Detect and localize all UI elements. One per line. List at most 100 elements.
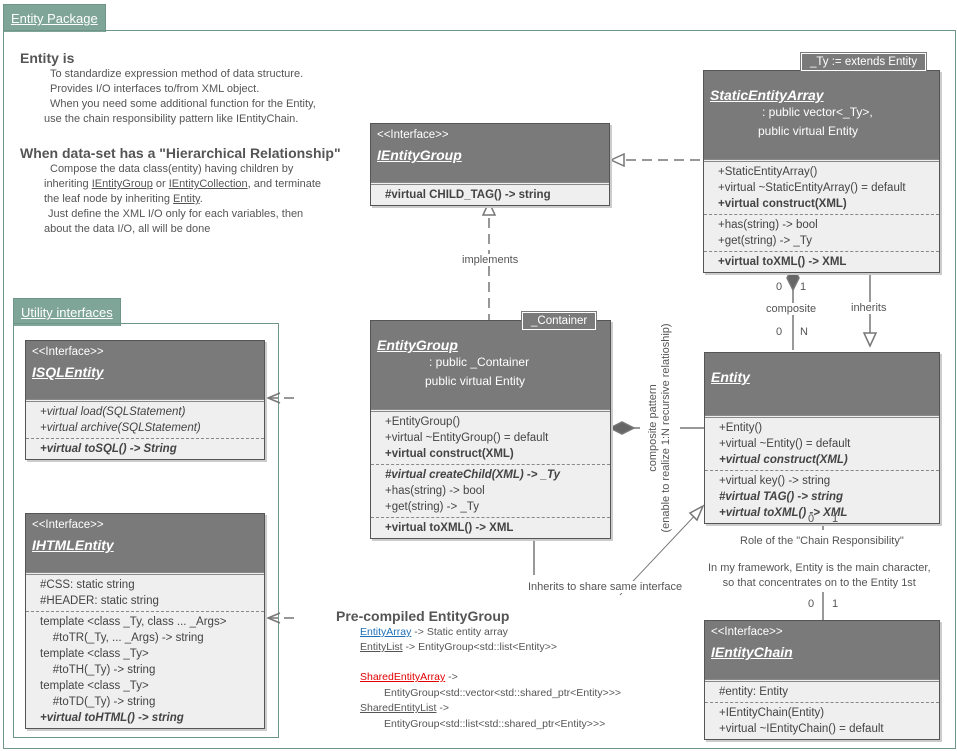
multiplicity: 0 [808,513,815,525]
note-line: Provides I/O interfaces to/from XML obje… [50,83,260,95]
class-header: <<Interface>> IEntityChain [705,621,939,679]
link-sharedentitylist[interactable]: SharedEntityList [360,702,436,714]
class-member: template <class _Ty> [40,648,149,660]
member-section: #CSS: static string #HEADER: static strin… [26,572,264,611]
extends-line: public virtual Entity [758,124,859,138]
label-line: so that concentrates on to the Entity 1s… [722,577,916,589]
label-line: (enable to realize 1:N recursive relatio… [660,323,672,533]
member-section: +virtual key() -> string #virtual TAG() -… [705,470,939,523]
class-header: <<Interface>> IHTMLEntity [26,514,264,572]
precompiled-desc: EntityGroup<std::vector<std::shared_ptr<… [384,687,621,699]
link-sharedentityarray[interactable]: SharedEntityArray [360,671,445,683]
member-section: +IEntityChain(Entity) +virtual ~IEntityCh… [705,702,939,739]
extends-line: : public vector<_Ty>, [762,105,873,119]
note-line: about the data I/O, all will be done [44,223,211,235]
member-section: +virtual load(SQLStatement) +virtual arch… [26,399,264,438]
link-entityarray[interactable]: EntityArray [360,626,411,638]
class-member: +Entity() [719,422,763,434]
class-name[interactable]: IHTMLEntity [32,537,258,553]
note-line: When you need some additional function f… [50,98,316,110]
class-member: #CSS: static string [40,579,135,591]
class-member: #toTR(_Ty, ... _Args) -> string [40,632,204,644]
class-ientitygroup[interactable]: <<Interface>> IEntityGroup #virtual CHILD_… [370,123,610,206]
stereotype: <<Interface>> [32,519,104,531]
class-member: +IEntityChain(Entity) [719,707,825,719]
class-member: +virtual archive(SQLStatement) [40,422,201,434]
note-line: To standardize expression method of data… [50,68,304,80]
multiplicity: 0 [776,281,783,293]
multiplicity: 1 [832,513,839,525]
class-member: +get(string) -> _Ty [718,235,812,247]
link-entity[interactable]: Entity [173,193,200,205]
class-member: +virtual toXML() -> XML [718,256,847,268]
link-ientitycollection[interactable]: IEntityCollection [169,178,248,190]
class-name[interactable]: EntityGroup [377,337,604,353]
class-member: +EntityGroup() [385,416,461,428]
class-name[interactable]: IEntityGroup [377,147,603,163]
composite-pattern-label: composite pattern (enable to realize 1:N … [647,323,673,532]
class-member: +StaticEntityArray() [718,166,818,178]
template-tag: _Ty := extends Entity [799,52,928,72]
note-text: the leaf node by inheriting [44,193,174,205]
note-title: Pre-compiled EntityGroup [336,608,510,624]
class-member: +virtual toHTML() -> string [40,712,184,724]
composite-label: composite [766,303,817,315]
class-member: template <class _Ty> [40,680,149,692]
class-member: template <class _Ty, class ... _Args> [40,616,227,628]
note-line: Just define the XML I/O only for each va… [48,208,304,220]
class-name[interactable]: StaticEntityArray [710,87,933,103]
multiplicity: 0 [808,598,815,610]
entity-is-note: Entity is To standardize expression meth… [20,50,316,127]
extends-line: public virtual Entity [425,374,526,388]
class-ihtmlentity[interactable]: <<Interface>> IHTMLEntity #CSS: static str… [25,513,265,729]
precompiled-note: Pre-compiled EntityGroup EntityArray -> … [336,608,621,732]
multiplicity: 1 [832,598,839,610]
class-name[interactable]: Entity [711,369,933,385]
class-ientitychain[interactable]: <<Interface>> IEntityChain #entity: Entity… [704,620,940,740]
label-line: composite pattern [647,384,659,472]
label-line: In my framework, Entity is the main char… [708,562,931,574]
class-member: #toTH(_Ty) -> string [40,664,156,676]
precompiled-desc: -> EntityGroup<std::list<Entity>> [402,641,557,653]
link-entitylist[interactable]: EntityList [360,641,403,653]
member-section: +EntityGroup() +virtual ~EntityGroup() = … [371,409,610,464]
note-text: or [152,178,169,190]
member-section: +virtual toSQL() -> String [26,438,264,459]
stereotype: <<Interface>> [32,346,104,358]
member-section: +Entity() +virtual ~Entity() = default +vi… [705,415,939,470]
precompiled-desc: -> [436,702,450,714]
class-member: +virtual toSQL() -> String [40,443,177,455]
class-name[interactable]: IEntityChain [711,644,933,660]
stereotype: <<Interface>> [377,129,449,141]
member-section: +virtual toXML() -> XML [371,517,610,538]
class-isqlentity[interactable]: <<Interface>> ISQLEntity +virtual load(SQL… [25,340,265,460]
class-member: #virtual CHILD_TAG() -> string [385,189,551,201]
class-member: #virtual createChild(XML) -> _Ty [385,469,560,481]
class-staticentityarray[interactable]: StaticEntityArray : public vector<_Ty>,pu… [703,70,940,273]
implements-label: implements [462,254,519,266]
class-entity[interactable]: Entity +Entity() +virtual ~Entity() = defa… [704,352,940,524]
class-member: #HEADER: static string [40,595,159,607]
precompiled-desc: EntityGroup<std::list<std::shared_ptr<En… [384,718,606,730]
class-name[interactable]: ISQLEntity [32,364,258,380]
class-member: +get(string) -> _Ty [385,501,479,513]
class-member: +virtual construct(XML) [385,448,514,460]
class-member: +virtual construct(XML) [719,454,848,466]
class-member: +has(string) -> bool [385,485,485,497]
class-header: Entity [705,353,939,415]
class-member: #entity: Entity [719,686,789,698]
member-section: +has(string) -> bool +get(string) -> _Ty [704,214,939,251]
class-header: StaticEntityArray : public vector<_Ty>,pu… [704,71,939,159]
class-member: #toTD(_Ty) -> string [40,696,156,708]
class-member: #virtual TAG() -> string [719,491,844,503]
precompiled-item: SharedEntityList -> [336,701,621,716]
class-entitygroup[interactable]: EntityGroup: public _Container public vir… [370,320,611,539]
inherits-label: inherits [851,302,887,314]
note-text: . [199,193,203,205]
link-ientitygroup[interactable]: IEntityGroup [92,178,153,190]
template-tag: _Container [520,311,598,331]
member-section: #virtual createChild(XML) -> _Ty +has(str… [371,464,610,517]
class-header: EntityGroup: public _Container public vir… [371,321,610,409]
precompiled-desc: -> Static entity array [411,626,508,638]
precompiled-desc: -> [445,671,458,683]
